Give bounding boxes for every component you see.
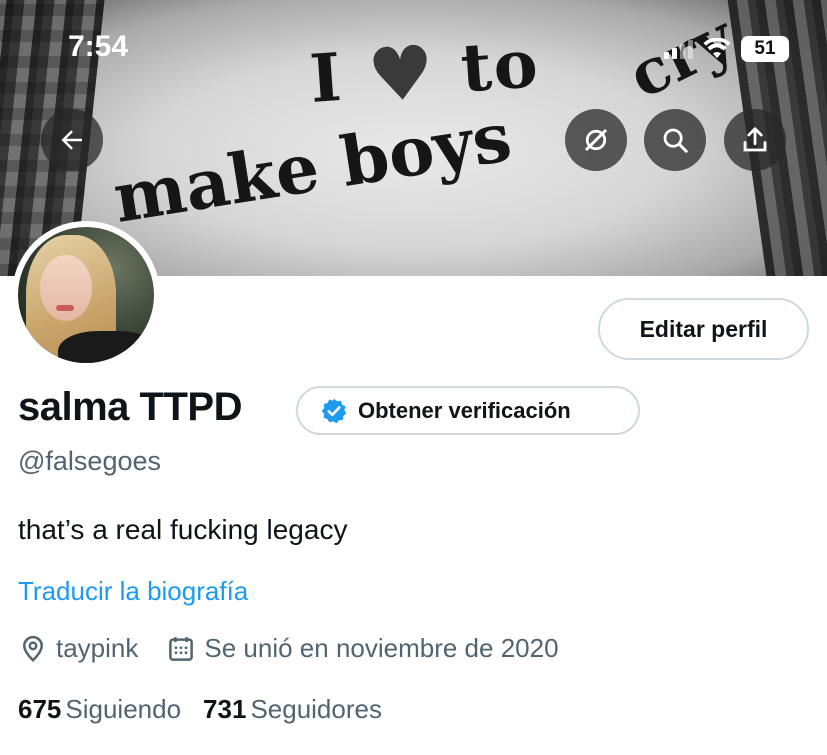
location-pin-icon [22,635,44,662]
share-button[interactable] [724,109,786,171]
search-button[interactable] [644,109,706,171]
join-date: Se unió en noviembre de 2020 [166,633,559,664]
avatar[interactable] [12,221,160,369]
share-icon [743,127,767,152]
username-handle: @falsegoes [18,446,161,476]
grok-button[interactable] [565,109,627,171]
calendar-icon [169,636,194,661]
join-date-text: Se unió en noviembre de 2020 [204,633,559,663]
avatar-photo [18,227,154,363]
display-name: salma TTPD [18,385,242,429]
grok-icon [584,128,608,152]
back-button[interactable] [41,109,103,171]
battery-indicator: 51 [741,36,789,62]
edit-profile-button[interactable]: Editar perfil [598,298,809,360]
location-text: taypink [56,633,139,663]
get-verified-label: Obtener verificación [358,397,571,423]
back-arrow-icon [61,130,82,150]
translate-bio-link[interactable]: Traducir la biografía [18,576,248,607]
bio-text: that’s a real fucking legacy [18,514,348,545]
status-time: 7:54 [68,30,129,63]
followers-label: Seguidores [250,694,382,724]
followers-link[interactable]: 731 Seguidores [203,694,382,725]
following-count: 675 [18,694,62,724]
profile-meta: taypink Se unió en noviembre de 2020 [18,633,587,664]
search-icon [663,128,688,153]
verified-badge-icon [321,398,347,423]
location: taypink [18,633,138,664]
wifi-icon [703,38,731,58]
cellular-signal-icon [664,39,693,59]
status-indicators: 51 [664,36,789,62]
heart-icon: ♥ [364,29,440,120]
follow-counts: 675 Siguiendo 731 Seguidores [18,694,404,725]
get-verified-button[interactable]: Obtener verificación [296,386,640,435]
followers-count: 731 [203,694,247,724]
following-label: Siguiendo [65,694,182,724]
following-link[interactable]: 675 Siguiendo [18,694,181,725]
